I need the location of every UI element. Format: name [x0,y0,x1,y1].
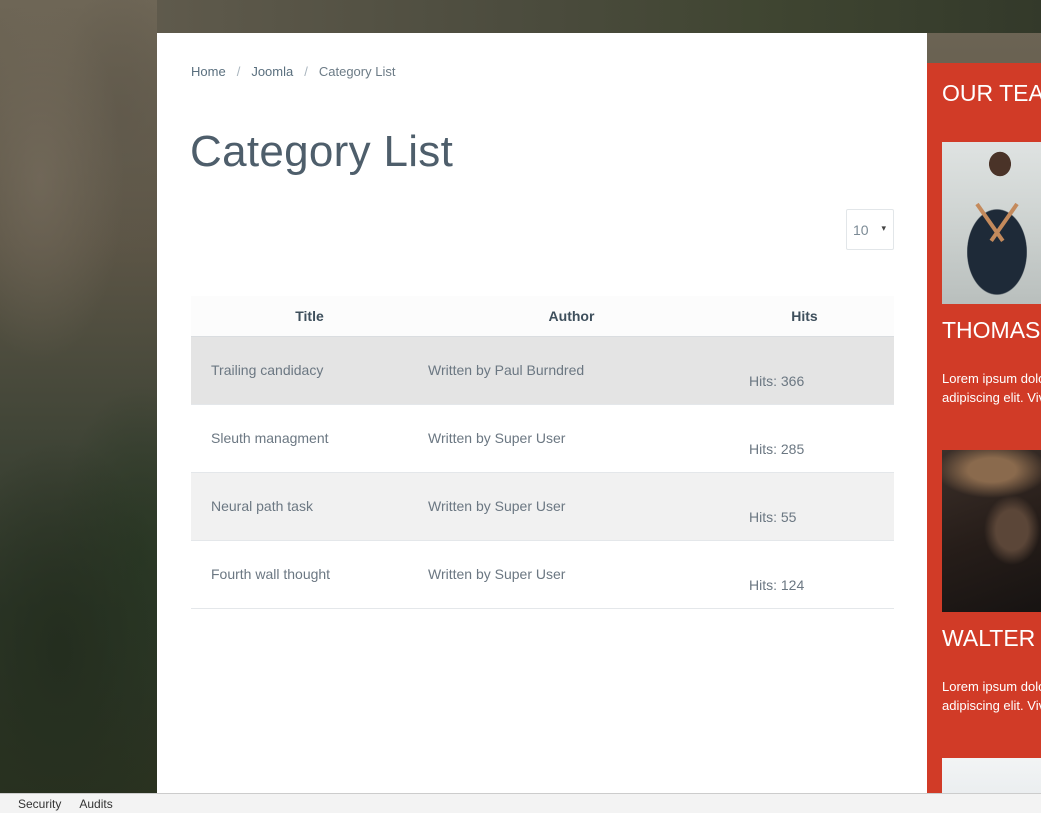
team-member-bio-line: Lorem ipsum dolor sit amet, consectetur [942,371,1041,386]
breadcrumb-joomla[interactable]: Joomla [251,64,293,79]
team-heading: OUR TEAM [942,80,1041,106]
list-limit-select[interactable]: 10 ▾ [846,209,894,250]
team-member-bio-line: adipiscing elit. Vivamus [942,390,1041,405]
article-hits: Hits: 285 [749,441,805,457]
table-row: Neural path task Written by Super User H… [191,472,894,540]
team-sidebar: OUR TEAM THOMAS Lorem ipsum dolor sit am… [927,63,1041,793]
column-header-title[interactable]: Title [191,296,428,337]
team-member-bio: Lorem ipsum dolor sit amet, consectetur … [942,677,1041,715]
team-member-photo [942,758,1041,793]
article-hits: Hits: 55 [749,509,797,525]
team-member-name: WALTER B [942,625,1041,651]
article-title-link[interactable]: Sleuth managment [211,430,329,446]
article-hits: Hits: 124 [749,577,805,593]
article-title-link[interactable]: Fourth wall thought [211,566,330,582]
breadcrumb-home[interactable]: Home [191,64,226,79]
devtools-tab-audits[interactable]: Audits [70,794,121,813]
chevron-down-icon: ▾ [881,223,886,233]
team-member-name: THOMAS [942,317,1041,343]
article-title-link[interactable]: Neural path task [211,498,313,514]
article-author: Written by Super User [428,430,566,446]
team-member-bio-line: adipiscing elit. Vivamus [942,698,1041,713]
breadcrumb: Home / Joomla / Category List [191,64,395,79]
column-header-author[interactable]: Author [428,296,715,337]
category-table: Title Author Hits Trailing candidacy Wri… [191,296,894,609]
team-member-photo [942,450,1041,612]
article-author: Written by Super User [428,566,566,582]
article-title-link[interactable]: Trailing candidacy [211,362,323,378]
table-row: Sleuth managment Written by Super User H… [191,404,894,472]
table-row: Trailing candidacy Written by Paul Burnd… [191,336,894,404]
article-hits: Hits: 366 [749,373,805,389]
devtools-tab-bar: Security Audits [0,793,1041,813]
breadcrumb-separator: / [236,64,241,79]
table-header-row: Title Author Hits [191,296,894,337]
column-header-hits[interactable]: Hits [715,296,894,337]
background-photo-top [157,0,1041,33]
table-row: Fourth wall thought Written by Super Use… [191,540,894,608]
main-content-panel: Home / Joomla / Category List Category L… [157,33,927,793]
devtools-tab-security[interactable]: Security [9,794,70,813]
list-limit-value: 10 [853,221,869,238]
breadcrumb-separator: / [304,64,308,79]
page-title: Category List [190,127,454,176]
team-member-bio: Lorem ipsum dolor sit amet, consectetur … [942,369,1041,407]
article-author: Written by Paul Burndred [428,362,585,378]
breadcrumb-current: Category List [318,64,396,79]
team-member-bio-line: Lorem ipsum dolor sit amet, consectetur [942,679,1041,694]
article-author: Written by Super User [428,498,566,514]
team-member-photo [942,142,1041,304]
